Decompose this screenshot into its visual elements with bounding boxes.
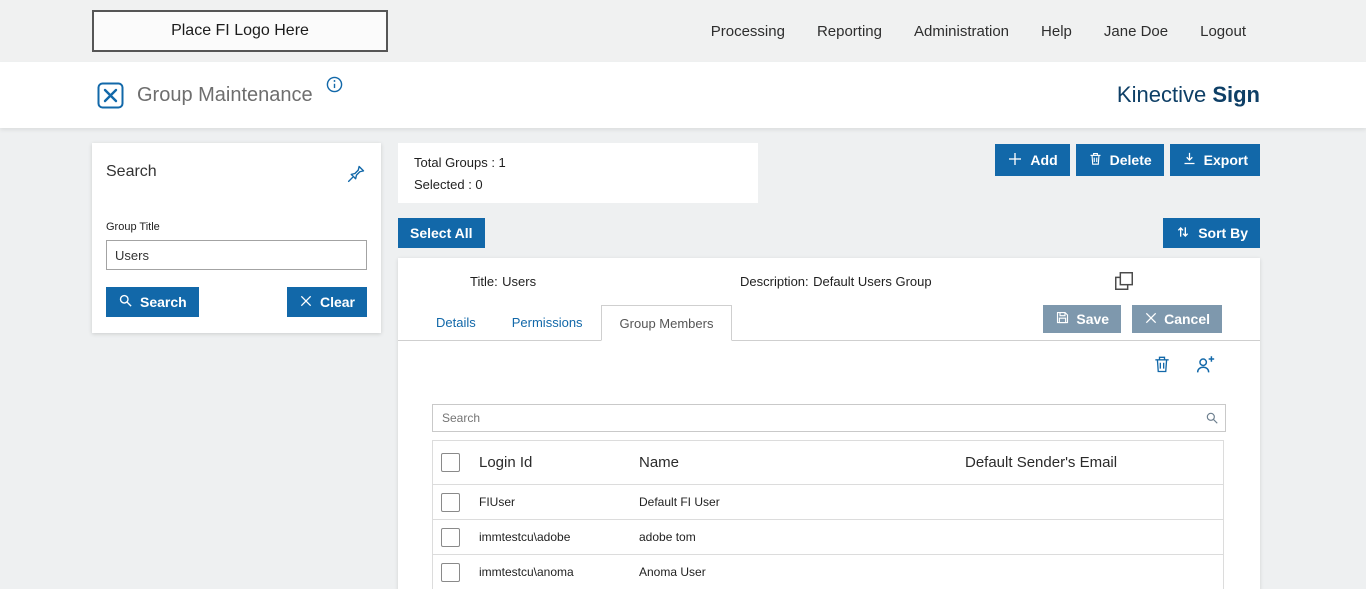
tab-permissions-label: Permissions [511,315,583,330]
nav-item-processing[interactable]: Processing [711,23,785,40]
tab-details-label: Details [436,315,476,330]
sort-by-button[interactable]: Sort By [1163,218,1260,248]
delete-member-icon[interactable] [1152,354,1172,376]
group-title-meta: Title: Users [470,273,536,291]
cancel-button[interactable]: Cancel [1132,305,1222,333]
search-panel: Search Group Title Search [92,143,381,333]
cell-name: Anoma User [639,565,706,579]
members-table-header: Login Id Name Default Sender's Email [433,441,1223,485]
delete-button-label: Delete [1109,152,1152,168]
group-title-label: Group Title [106,221,160,233]
trash-icon [1088,151,1103,169]
top-nav: Processing Reporting Administration Help… [711,0,1246,62]
save-cancel-group: Save Cancel [1043,305,1222,333]
total-groups-text: Total Groups : 1 [414,155,506,170]
member-search-input[interactable] [433,405,1225,431]
page-title: Group Maintenance [137,83,313,106]
group-actions-toolbar: Add Delete Export [995,144,1260,176]
sort-by-label: Sort By [1198,225,1248,241]
group-title-meta-value: Users [502,274,537,289]
header-name: Name [639,454,680,471]
export-button-label: Export [1203,152,1248,168]
export-button[interactable]: Export [1169,144,1260,176]
fi-logo-placeholder: Place FI Logo Here [92,10,388,52]
group-maintenance-icon [97,82,124,109]
search-button[interactable]: Search [106,287,199,317]
row-checkbox[interactable] [441,562,460,582]
member-search-box [432,404,1226,432]
add-button[interactable]: Add [995,144,1070,176]
brand-suffix: Sign [1212,82,1260,107]
cancel-button-label: Cancel [1164,311,1210,327]
sort-arrows-icon [1175,224,1191,243]
page-header: Group Maintenance Kinective Sign [0,62,1366,128]
nav-item-help[interactable]: Help [1041,23,1072,40]
cell-login-id: FIUser [479,495,515,509]
info-icon[interactable] [326,76,343,98]
clear-button[interactable]: Clear [286,287,367,317]
add-button-label: Add [1030,152,1058,168]
save-disk-icon [1055,310,1070,328]
cancel-x-icon [1144,311,1158,328]
row-checkbox[interactable] [441,527,460,547]
table-row[interactable]: immtestcu\adobe adobe tom [433,520,1223,555]
header-login-id: Login Id [479,454,533,471]
download-icon [1182,151,1197,169]
group-description-meta-label: Description: [740,274,809,289]
pin-icon[interactable] [346,163,367,189]
top-bar: Place FI Logo Here Processing Reporting … [0,0,1366,62]
group-maintenance-page: Place FI Logo Here Processing Reporting … [0,0,1366,589]
tab-details[interactable]: Details [418,305,494,340]
nav-item-logout[interactable]: Logout [1200,23,1246,40]
header-default-senders-email: Default Sender's Email [965,454,1118,471]
nav-item-user[interactable]: Jane Doe [1104,23,1168,40]
tab-permissions[interactable]: Permissions [494,305,601,340]
brand-logo: Kinective Sign [1117,82,1260,108]
select-all-label: Select All [410,225,473,241]
clear-button-label: Clear [319,294,355,310]
search-button-label: Search [140,294,187,310]
nav-item-administration[interactable]: Administration [914,23,1009,40]
brand-name: Kinective [1116,82,1207,107]
nav-item-reporting[interactable]: Reporting [817,23,882,40]
member-search-icon[interactable] [1205,411,1219,430]
member-action-icons [1152,354,1216,376]
clear-x-icon [299,294,313,311]
group-title-input[interactable] [106,240,367,270]
search-icon [118,293,133,311]
select-all-button[interactable]: Select All [398,218,485,248]
table-row[interactable]: FIUser Default FI User [433,485,1223,520]
delete-button[interactable]: Delete [1075,144,1164,176]
cell-login-id: immtestcu\adobe [479,530,571,544]
groups-summary: Total Groups : 1 Selected : 0 [398,143,758,203]
fi-logo-text: Place FI Logo Here [171,22,309,39]
row-checkbox[interactable] [441,492,460,512]
cell-name: Default FI User [639,495,720,509]
group-description-meta-value: Default Users Group [813,274,932,289]
tab-group-members-label: Group Members [619,315,714,331]
add-member-icon[interactable] [1194,354,1216,376]
select-all-members-checkbox[interactable] [441,453,460,472]
tab-group-members[interactable]: Group Members [600,305,733,341]
save-button-label: Save [1076,311,1110,327]
cell-login-id: immtestcu\anoma [479,565,574,579]
table-row[interactable]: immtestcu\anoma Anoma User [433,555,1223,589]
selected-count-text: Selected : 0 [414,177,483,192]
copy-icon[interactable] [1113,270,1135,297]
group-detail-card: Title: Users Description: Default Users … [398,258,1260,589]
members-table: Login Id Name Default Sender's Email FIU… [432,440,1224,589]
plus-icon [1007,151,1023,170]
save-button[interactable]: Save [1043,305,1122,333]
group-description-meta: Description: Default Users Group [740,273,932,291]
cell-name: adobe tom [639,530,696,544]
search-panel-title: Search [106,163,157,180]
group-title-meta-label: Title: [470,274,498,289]
